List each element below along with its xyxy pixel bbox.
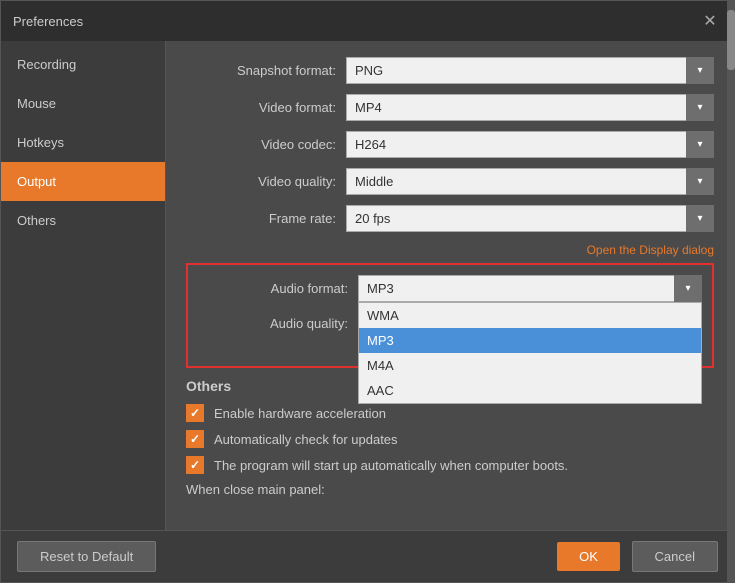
snapshot-format-select-wrapper: PNG JPG BMP ▾	[346, 57, 714, 84]
video-quality-row: Video quality: Low Middle High ▾	[186, 168, 714, 195]
snapshot-format-label: Snapshot format:	[186, 63, 346, 78]
sidebar-item-recording[interactable]: Recording	[1, 45, 165, 84]
audio-section: Audio format: WMA MP3 M4A AAC ▾ WMA MP3	[186, 263, 714, 368]
snapshot-format-row: Snapshot format: PNG JPG BMP ▾	[186, 57, 714, 84]
close-button[interactable]: ✕	[698, 9, 722, 33]
frame-rate-label: Frame rate:	[186, 211, 346, 226]
checkbox-auto-update-box[interactable]	[186, 430, 204, 448]
sidebar-item-mouse[interactable]: Mouse	[1, 84, 165, 123]
footer: Reset to Default OK Cancel	[1, 530, 734, 582]
video-quality-select-wrapper: Low Middle High ▾	[346, 168, 714, 195]
snapshot-format-select[interactable]: PNG JPG BMP	[346, 57, 714, 84]
frame-rate-row: Frame rate: 10 fps 20 fps 30 fps ▾	[186, 205, 714, 232]
display-link-row: Open the Display dialog	[186, 242, 714, 257]
audio-option-m4a[interactable]: M4A	[359, 353, 701, 378]
video-codec-label: Video codec:	[186, 137, 346, 152]
checkbox-auto-update-label: Automatically check for updates	[214, 432, 398, 447]
preferences-dialog: Preferences ✕ Recording Mouse Hotkeys Ou…	[0, 0, 735, 583]
video-codec-row: Video codec: H264 H265 ▾	[186, 131, 714, 158]
dialog-title: Preferences	[13, 14, 83, 29]
video-quality-select[interactable]: Low Middle High	[346, 168, 714, 195]
audio-option-wma[interactable]: WMA	[359, 303, 701, 328]
cancel-button[interactable]: Cancel	[632, 541, 718, 572]
video-codec-select-wrapper: H264 H265 ▾	[346, 131, 714, 158]
video-format-label: Video format:	[186, 100, 346, 115]
audio-format-dropdown: WMA MP3 M4A AAC	[358, 302, 702, 404]
audio-format-select[interactable]: WMA MP3 M4A AAC	[358, 275, 702, 302]
checkbox-auto-start-box[interactable]	[186, 456, 204, 474]
checkbox-auto-update: Automatically check for updates	[186, 430, 714, 448]
sidebar-item-others[interactable]: Others	[1, 201, 165, 240]
video-quality-label: Video quality:	[186, 174, 346, 189]
video-format-select-wrapper: MP4 AVI MOV ▾	[346, 94, 714, 121]
audio-format-row: Audio format: WMA MP3 M4A AAC ▾ WMA MP3	[198, 275, 702, 302]
audio-format-label: Audio format:	[198, 281, 358, 296]
checkbox-auto-start: The program will start up automatically …	[186, 456, 714, 474]
audio-option-aac[interactable]: AAC	[359, 378, 701, 403]
sidebar-item-output[interactable]: Output	[1, 162, 165, 201]
frame-rate-select-wrapper: 10 fps 20 fps 30 fps ▾	[346, 205, 714, 232]
reset-to-default-button[interactable]: Reset to Default	[17, 541, 156, 572]
ok-button[interactable]: OK	[557, 542, 620, 571]
checkbox-hardware-acceleration-label: Enable hardware acceleration	[214, 406, 386, 421]
title-bar: Preferences ✕	[1, 1, 734, 41]
frame-rate-select[interactable]: 10 fps 20 fps 30 fps	[346, 205, 714, 232]
when-close-row: When close main panel:	[186, 482, 714, 497]
checkbox-hardware-acceleration: Enable hardware acceleration	[186, 404, 714, 422]
scrollbar-track[interactable]	[727, 41, 734, 530]
video-format-select[interactable]: MP4 AVI MOV	[346, 94, 714, 121]
open-display-dialog-link[interactable]: Open the Display dialog	[587, 243, 714, 257]
sidebar-item-hotkeys[interactable]: Hotkeys	[1, 123, 165, 162]
sidebar: Recording Mouse Hotkeys Output Others	[1, 41, 166, 530]
checkbox-hardware-acceleration-box[interactable]	[186, 404, 204, 422]
main-panel: Snapshot format: PNG JPG BMP ▾ Video for…	[166, 41, 734, 530]
footer-right-buttons: OK Cancel	[557, 541, 718, 572]
audio-format-select-wrapper: WMA MP3 M4A AAC ▾ WMA MP3 M4A AAC	[358, 275, 702, 302]
when-close-label: When close main panel:	[186, 482, 325, 497]
video-format-row: Video format: MP4 AVI MOV ▾	[186, 94, 714, 121]
audio-quality-label: Audio quality:	[198, 316, 358, 331]
audio-option-mp3[interactable]: MP3	[359, 328, 701, 353]
video-codec-select[interactable]: H264 H265	[346, 131, 714, 158]
scrollbar-thumb[interactable]	[727, 41, 734, 70]
checkbox-auto-start-label: The program will start up automatically …	[214, 458, 568, 473]
content-area: Recording Mouse Hotkeys Output Others Sn…	[1, 41, 734, 530]
